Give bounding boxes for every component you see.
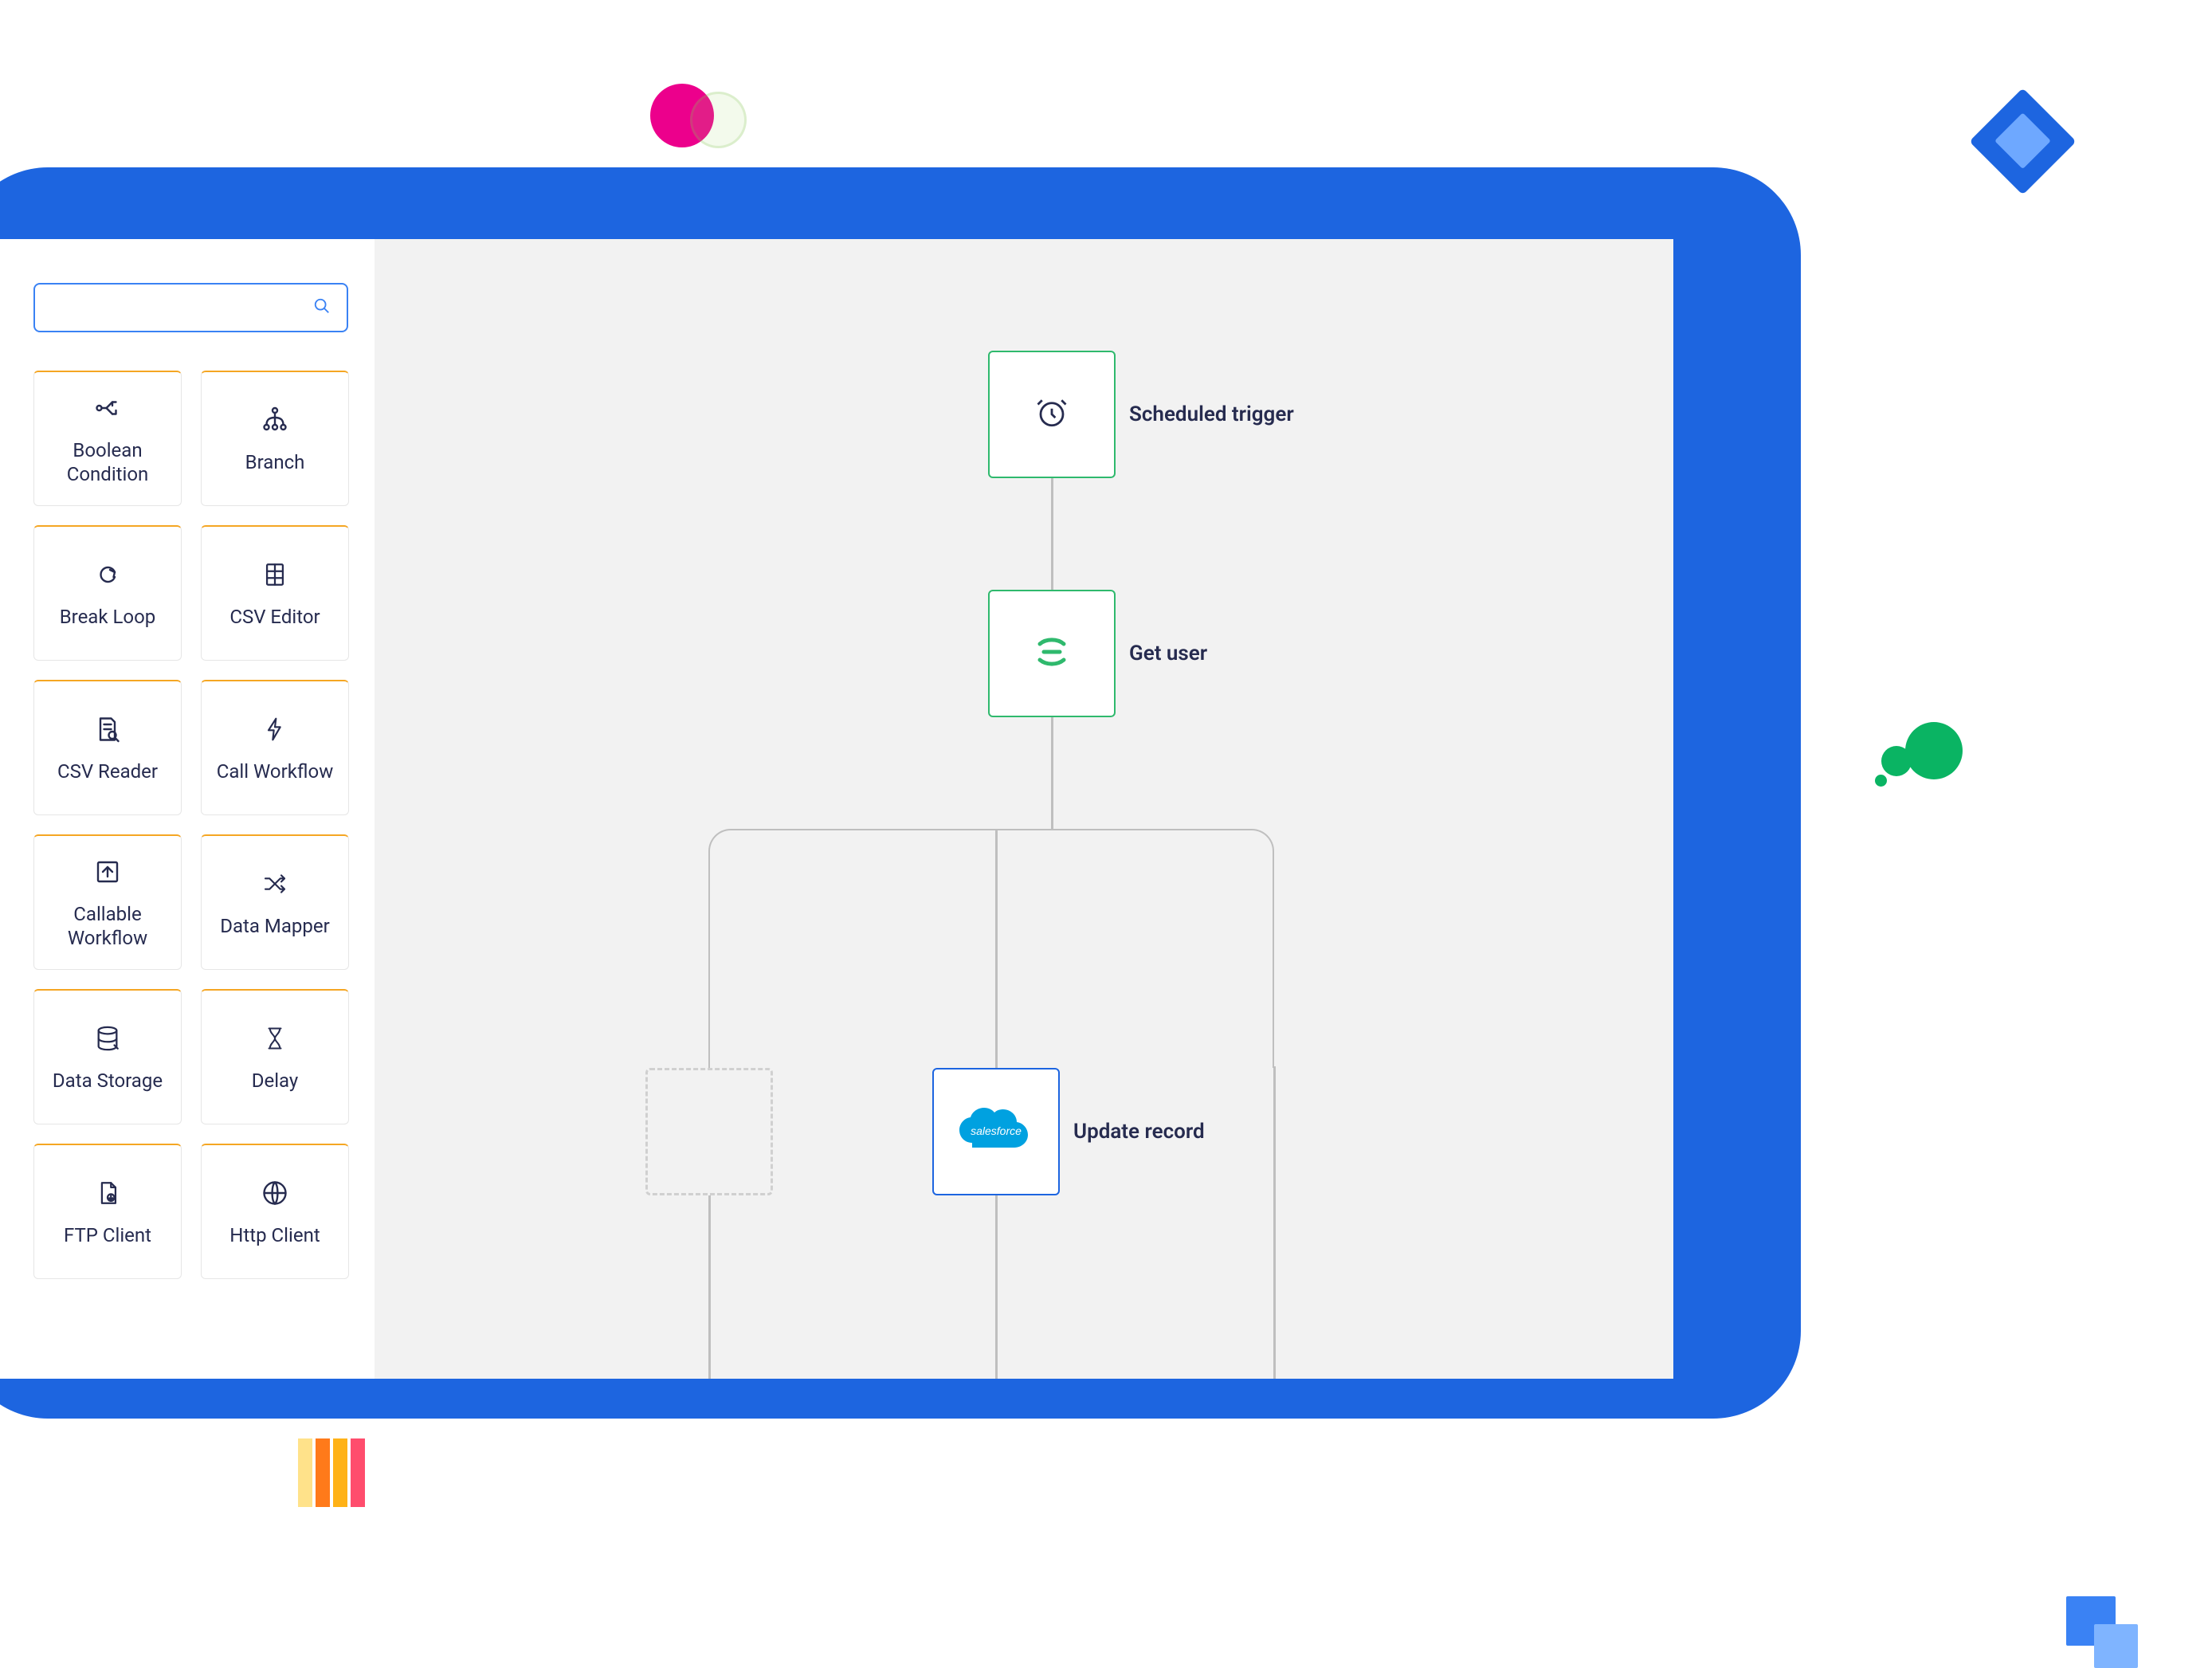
tool-label: Break Loop bbox=[52, 605, 164, 629]
tool-csv-reader[interactable]: CSV Reader bbox=[33, 680, 182, 815]
tool-label: FTP Client bbox=[56, 1223, 159, 1247]
connector bbox=[995, 829, 998, 1068]
tool-label: Branch bbox=[237, 450, 313, 474]
node-label: Update record bbox=[1073, 1120, 1205, 1144]
tool-branch[interactable]: Branch bbox=[201, 371, 349, 506]
salesforce-icon: salesforce bbox=[956, 1103, 1036, 1160]
node-update-record[interactable]: salesforce Update record bbox=[932, 1068, 1060, 1195]
node-get-user[interactable]: Get user bbox=[988, 590, 1116, 717]
connector bbox=[1051, 478, 1053, 590]
tool-label: Boolean Condition bbox=[34, 438, 181, 486]
workflow-builder-window: Boolean Condition Branch Break Loop CSV Edi… bbox=[0, 239, 1673, 1379]
connector bbox=[995, 1195, 998, 1379]
tool-label: Callable Workflow bbox=[34, 902, 181, 950]
loop-back-icon bbox=[93, 559, 122, 591]
tool-label: Call Workflow bbox=[209, 759, 342, 783]
outer-frame: Boolean Condition Branch Break Loop CSV Edi… bbox=[0, 167, 1801, 1419]
tool-sidebar: Boolean Condition Branch Break Loop CSV Edi… bbox=[0, 239, 375, 1379]
workflow-canvas[interactable]: Scheduled trigger Get user salesforce bbox=[375, 239, 1673, 1379]
tool-boolean-condition[interactable]: Boolean Condition bbox=[33, 371, 182, 506]
database-icon bbox=[94, 1022, 121, 1054]
node-label: Get user bbox=[1129, 642, 1207, 665]
striim-icon bbox=[1028, 628, 1076, 679]
tool-delay[interactable]: Delay bbox=[201, 989, 349, 1124]
hourglass-icon bbox=[263, 1022, 287, 1054]
deco-pink-circle bbox=[650, 84, 714, 147]
tool-label: Data Mapper bbox=[212, 914, 337, 938]
connector bbox=[1051, 717, 1053, 829]
file-arrow-icon bbox=[94, 1177, 121, 1209]
tool-label: CSV Editor bbox=[222, 605, 327, 629]
deco-diamond-top bbox=[1969, 88, 2076, 194]
deco-color-bars bbox=[298, 1438, 365, 1507]
connector bbox=[708, 1195, 711, 1379]
tool-call-workflow[interactable]: Call Workflow bbox=[201, 680, 349, 815]
search-input[interactable] bbox=[33, 283, 348, 332]
empty-node-slot[interactable] bbox=[645, 1068, 773, 1195]
upload-box-icon bbox=[93, 856, 122, 888]
fork-icon bbox=[93, 392, 122, 424]
lightning-icon bbox=[262, 713, 288, 745]
connector-branch bbox=[708, 829, 1053, 1068]
svg-text:salesforce: salesforce bbox=[971, 1124, 1022, 1137]
connector bbox=[1273, 1066, 1276, 1379]
tool-label: Delay bbox=[244, 1069, 307, 1093]
tool-csv-editor[interactable]: CSV Editor bbox=[201, 525, 349, 661]
tool-label: Http Client bbox=[222, 1223, 327, 1247]
grid-doc-icon bbox=[261, 559, 288, 591]
tool-label: Data Storage bbox=[45, 1069, 171, 1093]
search-icon bbox=[313, 297, 331, 318]
node-label: Scheduled trigger bbox=[1129, 402, 1294, 426]
tool-break-loop[interactable]: Break Loop bbox=[33, 525, 182, 661]
tool-http-client[interactable]: Http Client bbox=[201, 1144, 349, 1279]
globe-icon bbox=[261, 1177, 289, 1209]
alarm-clock-icon bbox=[1035, 396, 1069, 433]
tool-label: CSV Reader bbox=[49, 759, 166, 783]
doc-search-icon bbox=[93, 713, 122, 745]
tool-ftp-client[interactable]: FTP Client bbox=[33, 1144, 182, 1279]
tool-data-mapper[interactable]: Data Mapper bbox=[201, 834, 349, 970]
tool-callable-workflow[interactable]: Callable Workflow bbox=[33, 834, 182, 970]
node-scheduled-trigger[interactable]: Scheduled trigger bbox=[988, 351, 1116, 478]
tool-data-storage[interactable]: Data Storage bbox=[33, 989, 182, 1124]
shuffle-icon bbox=[260, 868, 290, 900]
branch-icon bbox=[261, 404, 289, 436]
connector-branch bbox=[1051, 829, 1274, 1068]
